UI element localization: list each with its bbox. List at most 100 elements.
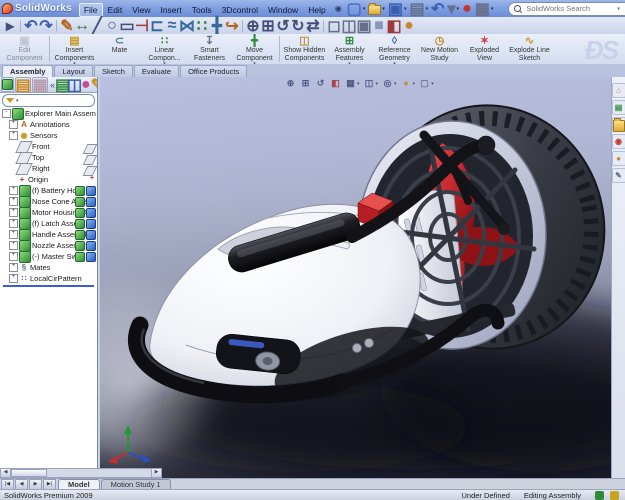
mirror-entities-button[interactable]: ⋈ [180,19,194,33]
tree-item-annotations[interactable]: +AAnnotations [0,119,97,130]
rotate-view-button[interactable]: ↻ [291,19,305,33]
tree-item-f-battery-hous[interactable]: +(f) Battery Hous [0,185,97,196]
new-motion-study-button[interactable]: ◷New Motion Study [417,34,462,64]
graphics-viewport[interactable]: ⊕⊞↺◧▦▾◫▾◎▾●▾▢▾ [100,77,612,478]
chevron-down-icon[interactable]: ▾ [413,81,416,87]
hide-show-items-button[interactable]: ◎▾ [382,78,397,89]
tab-layout[interactable]: Layout [54,65,93,77]
chevron-down-icon[interactable]: ▾ [363,6,366,12]
smart-fasteners-button[interactable]: ↧Smart Fasteners [187,34,232,64]
tree-item-f-latch-assem[interactable]: +(f) Latch Assem [0,218,97,229]
exploded-view-button[interactable]: ✶Exploded View [462,34,507,64]
menu-help[interactable]: Help [303,3,330,17]
tree-item-explorer-main-assem[interactable]: -Explorer Main Assem [0,108,97,119]
tree-item-mates[interactable]: +§Mates [0,262,97,273]
custom-properties-button[interactable]: ✎ [612,168,625,183]
scroll-left-arrow[interactable]: ◀ [1,469,11,477]
menu-edit[interactable]: Edit [103,3,128,17]
tree-item-nozzle-assembly[interactable]: +Nozzle Assembly [0,240,97,251]
file-explorer-button[interactable] [612,117,625,132]
chevron-down-icon[interactable]: ▾ [394,81,397,87]
expand-toggle[interactable]: + [9,274,18,283]
scene-button[interactable]: ▢▾ [419,78,434,89]
chevron-down-icon[interactable]: ▾ [457,6,460,12]
rollback-bar[interactable] [3,285,94,287]
convert-entities-button[interactable]: ⊏ [150,19,164,33]
tree-filter-input[interactable]: ▾ [2,94,95,107]
search-input[interactable] [524,3,614,14]
explode-line-sketch-button[interactable]: ∿Explode Line Sketch [507,34,552,64]
featuremanager-tab[interactable] [1,77,14,92]
expand-toggle[interactable]: + [9,131,18,140]
propertymanager-tab[interactable]: ▤ [15,77,31,92]
tree-item-right[interactable]: Right [0,163,97,174]
chevron-down-icon[interactable]: ▾ [357,81,360,87]
tree-item-nose-cone-asse[interactable]: +Nose Cone Asse [0,196,97,207]
appearances-button[interactable]: ●▾ [401,78,416,89]
scroll-right-arrow[interactable]: ▶ [151,469,161,477]
zoom-area-button[interactable]: ⊞ [300,78,311,89]
tree-item-sensors[interactable]: +◉Sensors [0,130,97,141]
assembly-features-button[interactable]: ⊞Assembly Features▾ [327,34,372,64]
trim-entities-button[interactable]: ⊣ [135,19,149,33]
chevron-down-icon[interactable]: ▾ [404,6,407,12]
rectangle-button[interactable]: ▭ [120,19,134,33]
scrollbar-thumb[interactable] [11,469,47,477]
appearance-button[interactable]: ● [402,19,416,33]
search-button[interactable]: ◉ [612,134,625,149]
section-view-button[interactable]: ◧ [387,19,401,33]
tree-item-motor-housing-a[interactable]: +Motor Housing A [0,207,97,218]
zoom-fit-button[interactable]: ⊕ [285,78,296,89]
line-button[interactable]: ╱ [90,19,104,33]
hidden-lines-button[interactable]: ◫ [342,19,356,33]
expand-toggle[interactable]: + [9,219,18,228]
show-hidden-components-button[interactable]: ◫Show Hidden Components [282,34,327,64]
pan-button[interactable]: ⇄ [306,19,320,33]
undo-button[interactable]: ↶ [430,0,445,18]
view-settings-button[interactable]: ▦▾ [474,0,495,18]
menu-window[interactable]: Window [263,3,303,17]
selection-filter-button[interactable]: ▾▾ [447,0,461,18]
insert-components-button[interactable]: ▤Insert Components▾ [52,34,97,64]
previous-view-button[interactable]: ↺ [276,19,290,33]
tree-item-top[interactable]: Top [0,152,97,163]
move-component-button[interactable]: ╋Move Component▾ [232,34,277,64]
print-button[interactable]: ▤▾ [408,0,429,18]
move-entities-button[interactable]: ╋ [210,19,224,33]
chevron-down-icon[interactable]: ▾ [431,81,434,87]
configurationmanager-tab[interactable]: ▦ [32,77,48,92]
undo-button[interactable]: ↶ [24,19,38,33]
macro-button[interactable]: ● [461,0,473,18]
tab-assembly[interactable]: Assembly [2,65,53,77]
menu-tools[interactable]: Tools [187,3,217,17]
appearances-button[interactable]: ● [612,151,625,166]
zoom-fit-button[interactable]: ⊕ [246,19,260,33]
pin-icon[interactable]: ◉ [335,4,342,13]
exit-sketch-button[interactable]: ↪ [225,19,239,33]
search-box[interactable]: ▾ [508,2,625,16]
view-orientation-button[interactable]: ▦▾ [345,78,360,89]
tree-item-front[interactable]: Front [0,141,97,152]
select-button[interactable]: ▸ [3,19,17,33]
scrollbar-track[interactable] [47,469,151,477]
chevron-down-icon[interactable]: ▾ [426,6,429,12]
tree-horizontal-scrollbar[interactable]: ◀ ▶ [0,468,162,478]
menu-view[interactable]: View [127,3,155,17]
expand-toggle[interactable]: - [2,109,11,118]
tab-evaluate[interactable]: Evaluate [134,65,179,77]
reference-geometry-button[interactable]: ◊Reference Geometry▾ [372,34,417,64]
chevron-down-icon[interactable]: ▾ [376,81,379,87]
expand-toggle[interactable]: + [9,208,18,217]
wireframe-button[interactable]: ◻ [327,19,341,33]
circle-button[interactable]: ○ [105,19,119,33]
smart-dimension-button[interactable]: ↔ [75,19,89,33]
expand-toggle[interactable]: + [9,263,18,272]
linear-sketch-pattern-button[interactable]: ∷ [195,19,209,33]
sketch-button[interactable]: ✎ [60,19,74,33]
zoom-area-button[interactable]: ⊞ [261,19,275,33]
linear-compon-button[interactable]: ∷Linear Compon...▾ [142,34,187,64]
display-style-button[interactable]: ◫▾ [364,78,379,89]
tree-item-handle-assembl[interactable]: +Handle Assembl [0,229,97,240]
resources-button[interactable]: ⌂ [612,83,625,98]
menu-3dcontrol[interactable]: 3Dcontrol [217,3,263,17]
